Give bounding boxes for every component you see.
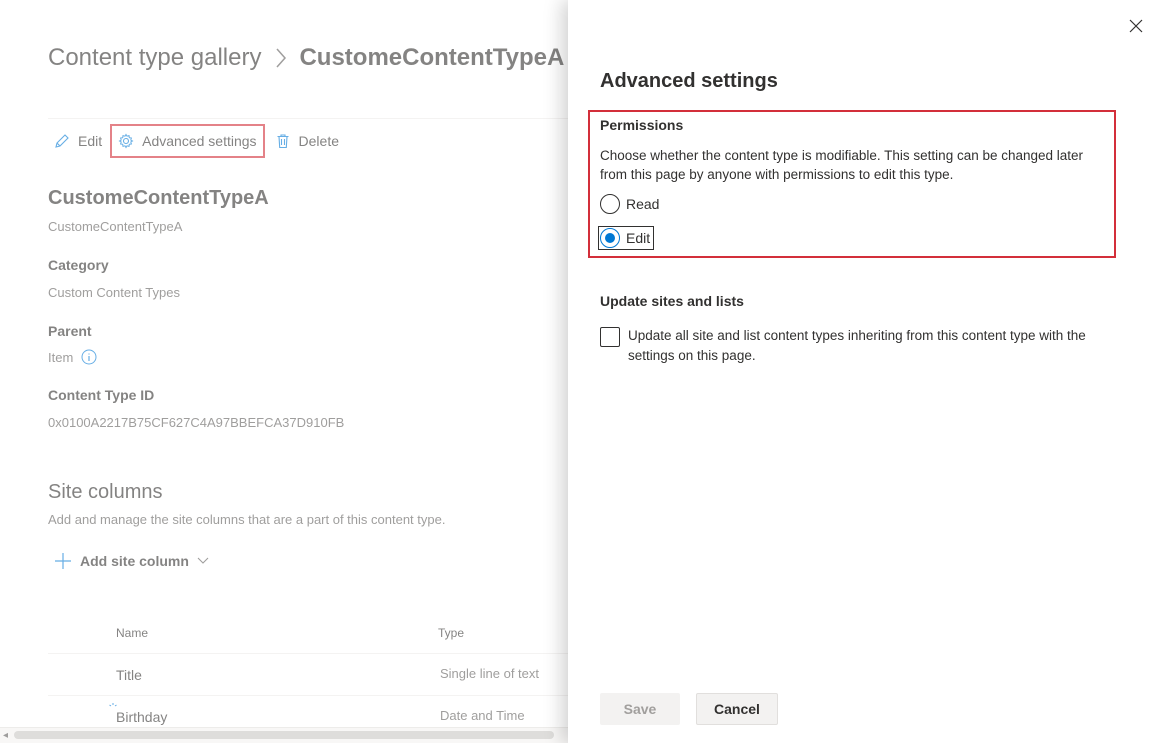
- checkbox-box: [600, 327, 620, 347]
- panel-title: Advanced settings: [600, 70, 778, 92]
- radio-read[interactable]: Read: [600, 194, 659, 214]
- permissions-description: Choose whether the content type is modif…: [600, 148, 1084, 182]
- close-button[interactable]: [1128, 18, 1144, 34]
- page: Content type gallery CustomeContentTypeA…: [0, 0, 1157, 743]
- save-button[interactable]: Save: [600, 693, 680, 725]
- update-checkbox-label: Update all site and list content types i…: [628, 328, 1086, 363]
- update-sites-label: Update sites and lists: [600, 293, 744, 309]
- radio-read-label: Read: [626, 196, 660, 212]
- cancel-button[interactable]: Cancel: [696, 693, 778, 725]
- radio-edit[interactable]: Edit: [597, 226, 655, 250]
- update-checkbox[interactable]: Update all site and list content types i…: [600, 326, 1116, 366]
- panel-overlay[interactable]: [0, 0, 568, 743]
- close-icon: [1129, 19, 1143, 33]
- permissions-label: Permissions: [600, 117, 684, 133]
- radio-circle: [600, 194, 620, 214]
- advanced-settings-panel: Advanced settings Permissions Choose whe…: [568, 0, 1157, 743]
- radio-circle: [600, 228, 620, 248]
- radio-edit-label: Edit: [626, 230, 651, 246]
